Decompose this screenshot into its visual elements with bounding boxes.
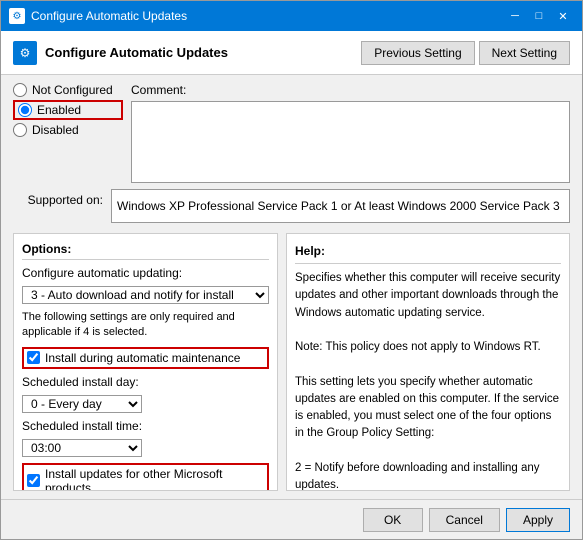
comment-section: Comment: [131,83,570,183]
install-maintenance-label: Install during automatic maintenance [45,351,240,365]
previous-setting-button[interactable]: Previous Setting [361,41,474,65]
disabled-radio[interactable] [13,123,27,137]
main-window: ⚙ Configure Automatic Updates ─ □ ✕ ⚙ Co… [0,0,583,540]
help-title: Help: [295,242,561,264]
content-area: Not Configured Enabled Disabled Comment:… [1,75,582,499]
dialog-header-left: ⚙ Configure Automatic Updates [13,41,228,65]
supported-label: Supported on: [13,189,103,207]
nav-buttons: Previous Setting Next Setting [361,41,570,65]
help-panel: Help: Specifies whether this computer wi… [286,233,570,491]
cancel-button[interactable]: Cancel [429,508,500,532]
window-icon: ⚙ [9,8,25,24]
configure-dropdown[interactable]: 3 - Auto download and notify for install [22,286,269,304]
top-section: Not Configured Enabled Disabled Comment: [13,83,570,183]
disabled-option[interactable]: Disabled [13,123,123,137]
scheduled-time-label: Scheduled install time: [22,419,269,433]
title-bar: ⚙ Configure Automatic Updates ─ □ ✕ [1,1,582,31]
apply-button[interactable]: Apply [506,508,570,532]
bottom-bar: OK Cancel Apply [1,499,582,539]
comment-textarea[interactable] [131,101,570,183]
window-title: Configure Automatic Updates [31,9,187,23]
help-text: Specifies whether this computer will rec… [295,270,561,491]
title-bar-left: ⚙ Configure Automatic Updates [9,8,187,24]
ok-button[interactable]: OK [363,508,423,532]
options-title: Options: [22,242,269,260]
install-other-products-checkbox[interactable] [27,474,40,487]
not-configured-option[interactable]: Not Configured [13,83,123,97]
not-configured-label: Not Configured [32,83,113,97]
install-maintenance-checkbox[interactable] [27,351,40,364]
comment-label: Comment: [131,83,570,97]
scheduled-day-label: Scheduled install day: [22,375,269,389]
install-other-products-label: Install updates for other Microsoft prod… [45,467,264,491]
options-panel: Options: Configure automatic updating: 3… [13,233,278,491]
sections-row: Options: Configure automatic updating: 3… [13,233,570,491]
supported-value: Windows XP Professional Service Pack 1 o… [111,189,570,223]
enabled-radio[interactable] [18,103,32,117]
scheduled-time-dropdown[interactable]: 03:00 [22,439,142,457]
not-configured-radio[interactable] [13,83,27,97]
option-note: The following settings are only required… [22,310,269,341]
enabled-option[interactable]: Enabled [13,100,123,120]
install-other-products-option[interactable]: Install updates for other Microsoft prod… [22,463,269,491]
next-setting-button[interactable]: Next Setting [479,41,570,65]
title-bar-controls: ─ □ ✕ [504,6,574,26]
minimize-button[interactable]: ─ [504,6,526,26]
dialog-header: ⚙ Configure Automatic Updates Previous S… [1,31,582,75]
supported-row: Supported on: Windows XP Professional Se… [13,189,570,227]
close-button[interactable]: ✕ [552,6,574,26]
enabled-label: Enabled [37,103,81,117]
radio-group: Not Configured Enabled Disabled [13,83,123,183]
disabled-label: Disabled [32,123,79,137]
configure-label: Configure automatic updating: [22,266,269,280]
scheduled-day-dropdown[interactable]: 0 - Every day [22,395,142,413]
install-maintenance-option[interactable]: Install during automatic maintenance [22,347,269,369]
dialog-title: Configure Automatic Updates [45,45,228,60]
dialog-icon: ⚙ [13,41,37,65]
maximize-button[interactable]: □ [528,6,550,26]
